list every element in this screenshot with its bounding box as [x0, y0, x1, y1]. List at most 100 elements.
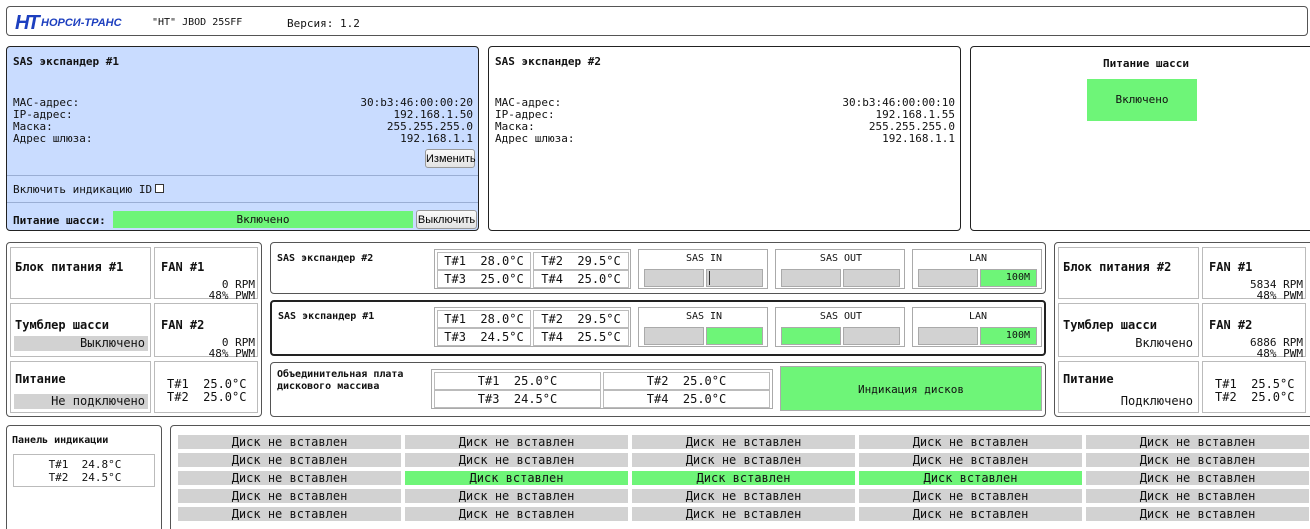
- expander1-config-panel: SAS экспандер #1 MAC-адрес: 30:b3:46:00:0…: [6, 46, 479, 231]
- disk-slot[interactable]: Диск не вставлен: [177, 470, 402, 486]
- power-status: Не подключено: [14, 394, 148, 409]
- sas-in-port2: [706, 327, 763, 345]
- disk-slot[interactable]: Диск вставлен: [631, 470, 856, 486]
- expander1-status: SAS экспандер #1 T#1 28.0°C T#2 29.5°C T…: [270, 300, 1046, 356]
- lan-group: LAN 100M: [912, 249, 1042, 289]
- temp1: T#1 25.0°C: [434, 372, 601, 390]
- psu2-panel: Блок питания #2 FAN #1 5834 RPM 48% PWM …: [1054, 242, 1310, 417]
- disk-slot[interactable]: Диск не вставлен: [631, 434, 856, 450]
- panel-title: SAS экспандер #1: [13, 55, 119, 68]
- sas-in-port1: [644, 269, 704, 287]
- expander2-status: SAS экспандер #2 T#1 28.0°C T#2 29.5°C T…: [270, 242, 1046, 294]
- sas-in-group: SAS IN: [638, 249, 768, 289]
- temp4: T#4 25.5°C: [533, 328, 629, 346]
- text-cursor-icon: [709, 271, 710, 285]
- lan-group: LAN 100M: [912, 307, 1042, 347]
- chassis-power-status: Включено: [113, 211, 413, 228]
- fan1-pwm: 48% PWM: [1256, 289, 1303, 302]
- psu-title: Блок питания #1: [15, 260, 124, 274]
- power-status: Подключено: [1120, 394, 1193, 408]
- id-indication-checkbox[interactable]: [155, 184, 164, 193]
- disk-slot[interactable]: Диск не вставлен: [404, 434, 629, 450]
- temp1: T#1 24.8°C: [48, 458, 122, 471]
- temp1: T#1 25.0°C: [167, 377, 247, 391]
- disk-slot[interactable]: Диск не вставлен: [631, 488, 856, 504]
- power-off-button[interactable]: Выключить: [416, 210, 477, 229]
- sas-in-port1: [644, 327, 704, 345]
- header-bar: HT НОРСИ-ТРАНС "НТ" JBOD 25SFF Версия: 1…: [6, 6, 1308, 36]
- sas-out-port1: [781, 327, 841, 345]
- backplane-title-line2: дискового массива: [277, 381, 380, 392]
- panel-title: Панель индикации: [12, 435, 109, 446]
- disk-slot[interactable]: Диск не вставлен: [1085, 470, 1310, 486]
- lan-speed: 100M: [980, 327, 1037, 345]
- temp4: T#4 25.0°C: [603, 390, 770, 408]
- fan1-pwm: 48% PWM: [208, 289, 255, 302]
- temp3: T#3 24.5°C: [434, 390, 601, 408]
- disk-slot[interactable]: Диск не вставлен: [858, 434, 1083, 450]
- disk-slot[interactable]: Диск не вставлен: [858, 488, 1083, 504]
- fan2-pwm: 48% PWM: [1256, 347, 1303, 360]
- disk-slot[interactable]: Диск не вставлен: [404, 452, 629, 468]
- disk-slot[interactable]: Диск не вставлен: [858, 506, 1083, 522]
- fan1-title: FAN #1: [161, 260, 205, 274]
- power-title: Питание: [15, 372, 66, 386]
- fan2-title: FAN #2: [161, 318, 205, 332]
- disk-slot[interactable]: Диск вставлен: [404, 470, 629, 486]
- temp3: T#3 25.0°C: [437, 270, 531, 288]
- disk-slot[interactable]: Диск не вставлен: [1085, 452, 1310, 468]
- expander-title: SAS экспандер #1: [278, 311, 375, 322]
- temp1: T#1 25.5°C: [1215, 377, 1295, 391]
- psu-title: Блок питания #2: [1063, 260, 1172, 274]
- psu1-panel: Блок питания #1 FAN #1 0 RPM 48% PWM Тум…: [6, 242, 262, 417]
- disk-grid: Диск не вставлен Диск не вставлен Диск не …: [177, 434, 1310, 524]
- sas-out-group: SAS OUT: [775, 307, 905, 347]
- disk-slot[interactable]: Диск не вставлен: [631, 452, 856, 468]
- panel-title: SAS экспандер #2: [495, 55, 601, 68]
- device-name: "НТ" JBOD 25SFF: [152, 17, 243, 28]
- switch-status: Включено: [1135, 336, 1193, 350]
- fan2-title: FAN #2: [1209, 318, 1253, 332]
- temp2: T#2 25.0°C: [167, 390, 247, 404]
- lan-speed: 100M: [980, 269, 1037, 287]
- switch-status: Выключено: [14, 336, 148, 351]
- disk-slot[interactable]: Диск не вставлен: [177, 434, 402, 450]
- temp2: T#2 29.5°C: [533, 252, 629, 270]
- sas-in-group: SAS IN: [638, 307, 768, 347]
- temp2: T#2 25.0°C: [1215, 390, 1295, 404]
- temp4: T#4 25.0°C: [533, 270, 629, 288]
- temp2: T#2 29.5°C: [533, 310, 629, 328]
- sas-out-port2: [843, 327, 900, 345]
- disk-slot[interactable]: Диск не вставлен: [1085, 506, 1310, 522]
- disk-slot[interactable]: Диск не вставлен: [404, 488, 629, 504]
- fan2-pwm: 48% PWM: [208, 347, 255, 360]
- disk-slot[interactable]: Диск не вставлен: [1085, 488, 1310, 504]
- panel-title: Питание шасси: [1102, 57, 1190, 70]
- temp1: T#1 28.0°C: [437, 310, 531, 328]
- disk-slot[interactable]: Диск вставлен: [858, 470, 1083, 486]
- disk-slot[interactable]: Диск не вставлен: [177, 452, 402, 468]
- disk-indication-button[interactable]: Индикация дисков: [780, 366, 1042, 411]
- disk-slot[interactable]: Диск не вставлен: [404, 506, 629, 522]
- temp2: T#2 24.5°C: [48, 471, 122, 484]
- temp3: T#3 24.5°C: [437, 328, 531, 346]
- disk-slot[interactable]: Диск не вставлен: [858, 452, 1083, 468]
- disk-slot[interactable]: Диск не вставлен: [177, 506, 402, 522]
- edit-network-button[interactable]: Изменить: [425, 149, 476, 168]
- expander2-config-panel[interactable]: SAS экспандер #2 MAC-адрес: 30:b3:46:00:0…: [488, 46, 961, 231]
- chassis-power-panel: Питание шасси Включено: [970, 46, 1310, 231]
- gateway-row: Адрес шлюза: 192.168.1.1: [13, 132, 473, 145]
- disk-slot[interactable]: Диск не вставлен: [1085, 434, 1310, 450]
- version-text: Версия: 1.2: [287, 17, 360, 30]
- sas-in-port2: [706, 269, 763, 287]
- fan1-title: FAN #1: [1209, 260, 1253, 274]
- logo-mark-icon: HT: [15, 12, 40, 34]
- sas-out-group: SAS OUT: [775, 249, 905, 289]
- chassis-power-label: Питание шасси:: [13, 214, 106, 227]
- sas-out-port2: [843, 269, 900, 287]
- chassis-power-indicator: Включено: [1087, 79, 1197, 121]
- disk-slot[interactable]: Диск не вставлен: [177, 488, 402, 504]
- disk-slot[interactable]: Диск не вставлен: [631, 506, 856, 522]
- logo-text: НОРСИ-ТРАНС: [41, 17, 122, 29]
- power-title: Питание: [1063, 372, 1114, 386]
